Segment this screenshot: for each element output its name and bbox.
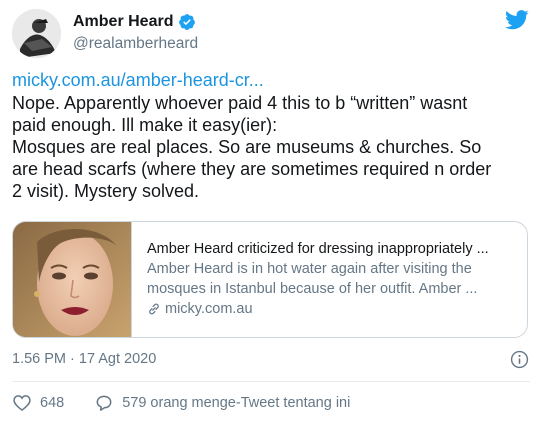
card-description-line: mosques in Istanbul because of her outfi… <box>147 281 478 297</box>
tweet-text: Nope. Apparently whoever paid 4 this to … <box>12 92 532 202</box>
like-button[interactable]: 648 <box>12 393 64 413</box>
link-preview-card[interactable]: Amber Heard criticized for dressing inap… <box>12 221 528 338</box>
tweet-embed: Amber Heard @realamberheard micky.com.au… <box>0 0 542 423</box>
speech-bubble-icon <box>96 395 112 411</box>
card-thumbnail <box>13 222 132 337</box>
retweet-text: 579 orang menge-Tweet tentang ini <box>122 395 351 411</box>
link-icon <box>149 303 159 315</box>
info-icon[interactable] <box>510 350 529 369</box>
card-domain-row: micky.com.au <box>147 299 507 319</box>
card-domain: micky.com.au <box>165 301 253 317</box>
twitter-bird-icon[interactable] <box>505 10 529 30</box>
tweet-text-line: Mosques are real places. So are museums … <box>12 137 482 157</box>
card-text: Amber Heard criticized for dressing inap… <box>132 222 519 337</box>
card-title: Amber Heard criticized for dressing inap… <box>147 241 489 257</box>
tweet-link[interactable]: micky.com.au/amber-heard-cr... <box>12 70 264 91</box>
card-description-line: Amber Heard is in hot water again after … <box>147 261 472 277</box>
heart-icon <box>13 395 31 412</box>
tweet-text-line: 2 visit). Mystery solved. <box>12 181 200 201</box>
retweet-summary[interactable]: 579 orang menge-Tweet tentang ini <box>94 393 350 413</box>
author-handle[interactable]: @realamberheard <box>73 35 198 53</box>
avatar[interactable] <box>12 9 61 58</box>
author-name[interactable]: Amber Heard <box>73 13 173 31</box>
tweet-actions: 648 579 orang menge-Tweet tentang ini <box>12 393 350 413</box>
tweet-timestamp[interactable]: 1.56 PM · 17 Agt 2020 <box>12 351 156 367</box>
tweet-text-line: are head scarfs (where they are sometime… <box>12 159 492 179</box>
tweet-text-line: paid enough. Ill make it easy(ier): <box>12 115 278 135</box>
tweet-text-line: Nope. Apparently whoever paid 4 this to … <box>12 93 468 113</box>
verified-badge-icon <box>179 14 196 30</box>
divider <box>12 381 530 382</box>
author-row: Amber Heard <box>73 13 196 31</box>
avatar-photo <box>12 9 61 58</box>
like-count: 648 <box>40 395 65 411</box>
